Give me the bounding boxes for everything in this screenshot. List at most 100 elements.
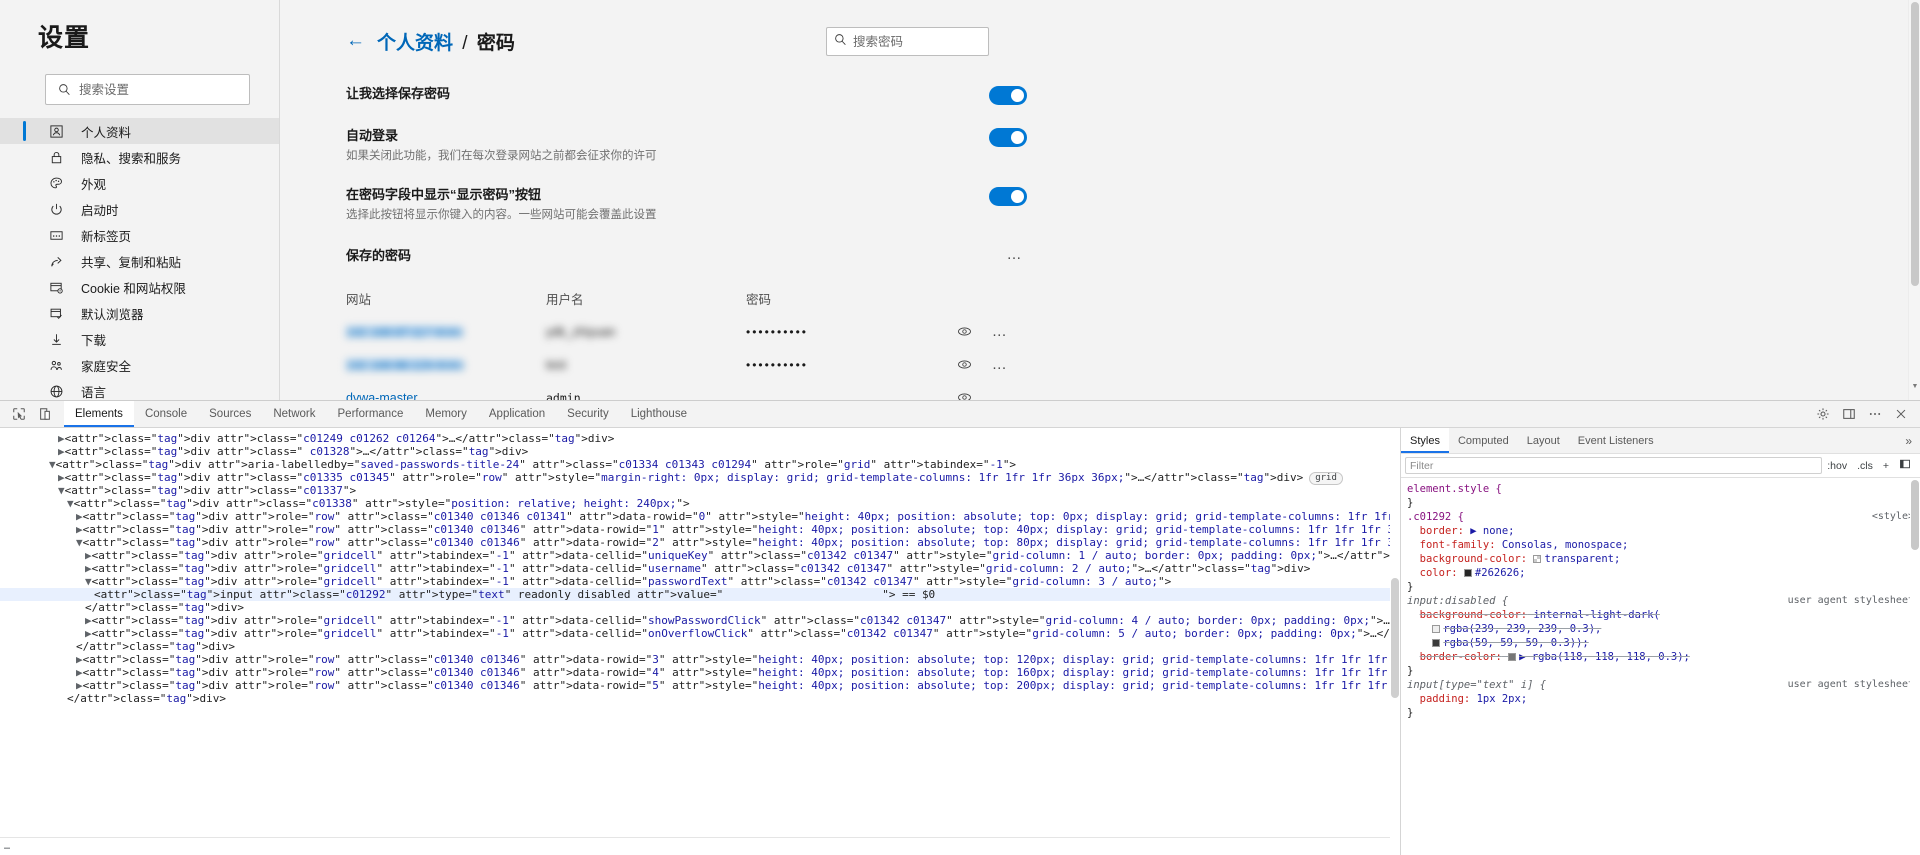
- sidebar-item-cookies-site-permissions[interactable]: Cookie 和网站权限: [0, 274, 280, 300]
- css-declaration[interactable]: background-color: transparent;: [1407, 552, 1914, 566]
- sidebar-item-share-copy-paste[interactable]: 共享、复制和粘贴: [0, 248, 280, 274]
- sidebar-item-profile[interactable]: 个人资料: [0, 118, 280, 144]
- dom-tree-line[interactable]: ▶<attr">class="tag">div attr">class="c01…: [0, 432, 1400, 445]
- dom-tree-panel[interactable]: ▶<attr">class="tag">div attr">class="c01…: [0, 428, 1400, 855]
- css-declaration[interactable]: border: ▶ none;: [1407, 524, 1914, 538]
- tab-console[interactable]: Console: [134, 401, 198, 427]
- row-overflow-button[interactable]: …: [982, 355, 1018, 374]
- dom-tree-line[interactable]: ▶<attr">class="tag">div attr">role="grid…: [0, 627, 1400, 640]
- inspect-element-icon[interactable]: [6, 402, 32, 426]
- more-icon[interactable]: [1862, 402, 1888, 426]
- styles-tabs-more-button[interactable]: »: [1897, 434, 1920, 448]
- css-rules-area[interactable]: element.style {} .c01292 {<style> border:…: [1401, 478, 1920, 855]
- dom-tree-line[interactable]: ▶<attr">class="tag">div attr">class=" c0…: [0, 445, 1400, 458]
- sidebar-item-default-browser[interactable]: 默认浏览器: [0, 300, 280, 326]
- eye-icon[interactable]: [946, 390, 982, 400]
- dom-tree-line[interactable]: ▶<attr">class="tag">div attr">role="row"…: [0, 653, 1400, 666]
- eye-icon[interactable]: [946, 324, 982, 339]
- scrollbar-thumb[interactable]: [1911, 2, 1919, 286]
- cls-button[interactable]: .cls: [1852, 460, 1878, 472]
- dom-tree-line[interactable]: </attr">class="tag">div>: [0, 692, 1400, 705]
- css-rule-selector[interactable]: .c01292 {<style>: [1407, 510, 1914, 524]
- saved-passwords-overflow-button[interactable]: …: [1003, 245, 1028, 264]
- css-rule-selector[interactable]: input[type="text" i] {user agent stylesh…: [1407, 678, 1914, 692]
- new-style-rule-button[interactable]: +: [1878, 460, 1894, 472]
- css-rule-selector[interactable]: input:disabled {user agent stylesheet: [1407, 594, 1914, 608]
- hov-button[interactable]: :hov: [1822, 460, 1852, 472]
- back-button[interactable]: ←: [346, 31, 365, 50]
- toggle-auto-signin[interactable]: [989, 128, 1027, 147]
- dom-tree-line[interactable]: ▶<attr">class="tag">div attr">role="row"…: [0, 679, 1400, 692]
- close-icon[interactable]: [1888, 402, 1914, 426]
- dom-tree-line[interactable]: ▶<attr">class="tag">div attr">role="grid…: [0, 562, 1400, 575]
- css-rule-selector[interactable]: element.style {: [1407, 482, 1914, 496]
- css-declaration[interactable]: border-color: ▶ rgba(118, 118, 118, 0.3)…: [1407, 650, 1914, 664]
- css-rule-close[interactable]: }: [1407, 664, 1914, 678]
- css-declaration[interactable]: font-family: Consolas, monospace;: [1407, 538, 1914, 552]
- settings-search-box[interactable]: [45, 74, 250, 105]
- table-row[interactable]: 192.168.67.117:8080 ydk_zhiyuan ••••••••…: [346, 315, 1027, 348]
- scrollbar-thumb[interactable]: [1911, 480, 1919, 550]
- breadcrumb-parent-link[interactable]: 个人资料: [377, 33, 453, 54]
- toggle-let-me-choose-save-password[interactable]: [989, 86, 1027, 105]
- password-search-box[interactable]: [826, 27, 989, 56]
- table-row[interactable]: dvwa-master admin …: [346, 381, 1027, 400]
- color-swatch[interactable]: [1508, 653, 1517, 661]
- dom-tree-line[interactable]: ▶<attr">class="tag">div attr">role="grid…: [0, 614, 1400, 627]
- tab-layout[interactable]: Layout: [1518, 428, 1569, 453]
- tab-performance[interactable]: Performance: [327, 401, 415, 427]
- css-declaration[interactable]: padding: 1px 2px;: [1407, 692, 1914, 706]
- row-site[interactable]: 192.168.67.117:8080: [346, 326, 463, 340]
- styles-scrollbar[interactable]: [1910, 478, 1920, 855]
- sidebar-item-appearance[interactable]: 外观: [0, 170, 280, 196]
- row-site[interactable]: 192.168.86.129:8080: [346, 359, 464, 373]
- dom-tree-line[interactable]: ▼<attr">class="tag">div attr">class="c01…: [0, 484, 1400, 497]
- tab-sources[interactable]: Sources: [198, 401, 262, 427]
- gear-icon[interactable]: [1810, 402, 1836, 426]
- eye-icon[interactable]: [946, 357, 982, 372]
- tab-security[interactable]: Security: [556, 401, 620, 427]
- color-swatch[interactable]: [1432, 639, 1441, 647]
- sidebar-item-on-startup[interactable]: 启动时: [0, 196, 280, 222]
- scroll-down-arrow[interactable]: ▼: [1909, 383, 1920, 390]
- row-site[interactable]: dvwa-master: [346, 391, 546, 401]
- color-swatch[interactable]: [1432, 625, 1441, 633]
- settings-search-input[interactable]: [74, 82, 241, 97]
- css-declaration[interactable]: color: #262626;: [1407, 566, 1914, 580]
- dom-breadcrumb-bar[interactable]: …: [0, 837, 1400, 855]
- page-scrollbar[interactable]: ▼: [1908, 0, 1920, 400]
- dock-side-icon[interactable]: [1836, 402, 1862, 426]
- styles-filter-input[interactable]: [1405, 457, 1823, 474]
- dom-tree-scrollbar[interactable]: [1390, 428, 1400, 855]
- tab-application[interactable]: Application: [478, 401, 556, 427]
- sidebar-item-languages[interactable]: 语言: [0, 378, 280, 400]
- dom-tree-line[interactable]: ▶<attr">class="tag">div attr">class="c01…: [0, 471, 1400, 485]
- device-toolbar-icon[interactable]: [32, 402, 58, 426]
- sidebar-item-privacy[interactable]: 隐私、搜索和服务: [0, 144, 280, 170]
- row-overflow-button[interactable]: …: [982, 322, 1018, 341]
- css-declaration[interactable]: rgba(239, 239, 239, 0.3),: [1407, 622, 1914, 636]
- grid-badge[interactable]: grid: [1309, 472, 1343, 485]
- toggle-element-state-icon[interactable]: [1894, 458, 1916, 473]
- toggle-show-reveal-password-button[interactable]: [989, 187, 1027, 206]
- dom-tree-line[interactable]: ▶<attr">class="tag">div attr">role="row"…: [0, 666, 1400, 679]
- tab-event-listeners[interactable]: Event Listeners: [1569, 428, 1663, 453]
- sidebar-item-family-safety[interactable]: 家庭安全: [0, 352, 280, 378]
- color-swatch[interactable]: [1533, 555, 1542, 563]
- tab-memory[interactable]: Memory: [414, 401, 478, 427]
- dom-tree-line[interactable]: ▼<attr">class="tag">div attr">role="grid…: [0, 575, 1400, 588]
- scrollbar-thumb[interactable]: [1391, 578, 1399, 698]
- dom-tree-line[interactable]: ▶<attr">class="tag">div attr">role="grid…: [0, 549, 1400, 562]
- password-search-input[interactable]: [847, 34, 981, 49]
- css-rule-close[interactable]: }: [1407, 496, 1914, 510]
- css-rule-close[interactable]: }: [1407, 580, 1914, 594]
- dom-tree-line[interactable]: ▶<attr">class="tag">div attr">role="row"…: [0, 523, 1400, 536]
- dom-tree-line[interactable]: </attr">class="tag">div>: [0, 640, 1400, 653]
- dom-tree-line[interactable]: ▼<attr">class="tag">div attr">role="row"…: [0, 536, 1400, 549]
- tab-computed[interactable]: Computed: [1449, 428, 1518, 453]
- css-rule-close[interactable]: }: [1407, 706, 1914, 720]
- tab-elements[interactable]: Elements: [64, 401, 134, 427]
- dom-tree-line[interactable]: </attr">class="tag">div>: [0, 601, 1400, 614]
- tab-network[interactable]: Network: [262, 401, 326, 427]
- sidebar-item-downloads[interactable]: 下载: [0, 326, 280, 352]
